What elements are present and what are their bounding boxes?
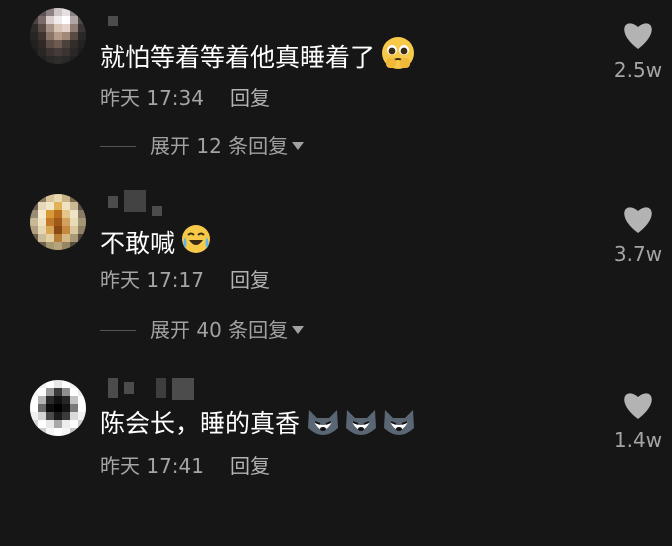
username-censored[interactable] — [108, 4, 118, 26]
like-count: 1.4w — [613, 428, 663, 452]
timestamp: 昨天 17:34 — [100, 86, 204, 110]
timestamp: 昨天 17:41 — [100, 454, 204, 478]
chevron-down-icon — [292, 326, 305, 334]
expand-replies-label: 展开 12 条回复 — [150, 134, 289, 158]
like-button[interactable]: 3.7w — [608, 204, 668, 266]
like-button[interactable]: 2.5w — [608, 20, 668, 82]
comment-item: 不敢喊 昨天 17:17 回复 展开 40 条回复 3.7w — [0, 180, 672, 360]
like-count: 2.5w — [613, 58, 663, 82]
comment-text-row: 就怕等着等着他真睡着了 — [100, 36, 415, 80]
crying-laughing-face-icon — [181, 224, 211, 264]
expand-replies-label: 展开 40 条回复 — [150, 318, 289, 342]
comment-meta: 昨天 17:17 回复 — [100, 266, 270, 294]
divider-line — [100, 145, 136, 147]
avatar-mosaic — [30, 8, 86, 64]
like-button[interactable]: 1.4w — [608, 390, 668, 452]
comment-text: 不敢喊 — [100, 229, 176, 258]
comment-text: 就怕等着等着他真睡着了 — [100, 43, 376, 72]
avatar[interactable] — [30, 8, 86, 64]
comment-text: 陈会长，睡的真香 — [100, 409, 301, 438]
pleading-face-icon — [381, 36, 415, 80]
chevron-down-icon — [292, 142, 305, 150]
reply-button[interactable]: 回复 — [230, 84, 270, 112]
comment-item: 就怕等着等着他真睡着了 昨天 17:34 回复 展开 12 条回复 2.5w — [0, 0, 672, 180]
comment-text-row: 陈会长，睡的真香 — [100, 406, 416, 442]
avatar-mosaic — [30, 194, 86, 250]
reply-button[interactable]: 回复 — [230, 266, 270, 294]
comment-item: 陈会长，睡的真香 昨天 17:41 回复 1.4w — [0, 366, 672, 546]
expand-replies-button[interactable]: 展开 40 条回复 — [100, 316, 305, 344]
like-count: 3.7w — [613, 242, 663, 266]
divider-line — [100, 329, 136, 331]
reply-button[interactable]: 回复 — [230, 452, 270, 480]
avatar[interactable] — [30, 380, 86, 436]
comment-text-row: 不敢喊 — [100, 224, 211, 264]
username-censored[interactable] — [108, 378, 194, 400]
avatar-mosaic — [30, 380, 86, 436]
heart-icon — [624, 207, 652, 233]
comment-meta: 昨天 17:41 回复 — [100, 452, 270, 480]
heart-icon — [624, 393, 652, 419]
timestamp: 昨天 17:17 — [100, 268, 204, 292]
husky-face-icon — [306, 408, 416, 440]
username-censored[interactable] — [108, 190, 162, 216]
comment-meta: 昨天 17:34 回复 — [100, 84, 270, 112]
expand-replies-button[interactable]: 展开 12 条回复 — [100, 132, 305, 160]
avatar[interactable] — [30, 194, 86, 250]
heart-icon — [624, 23, 652, 49]
